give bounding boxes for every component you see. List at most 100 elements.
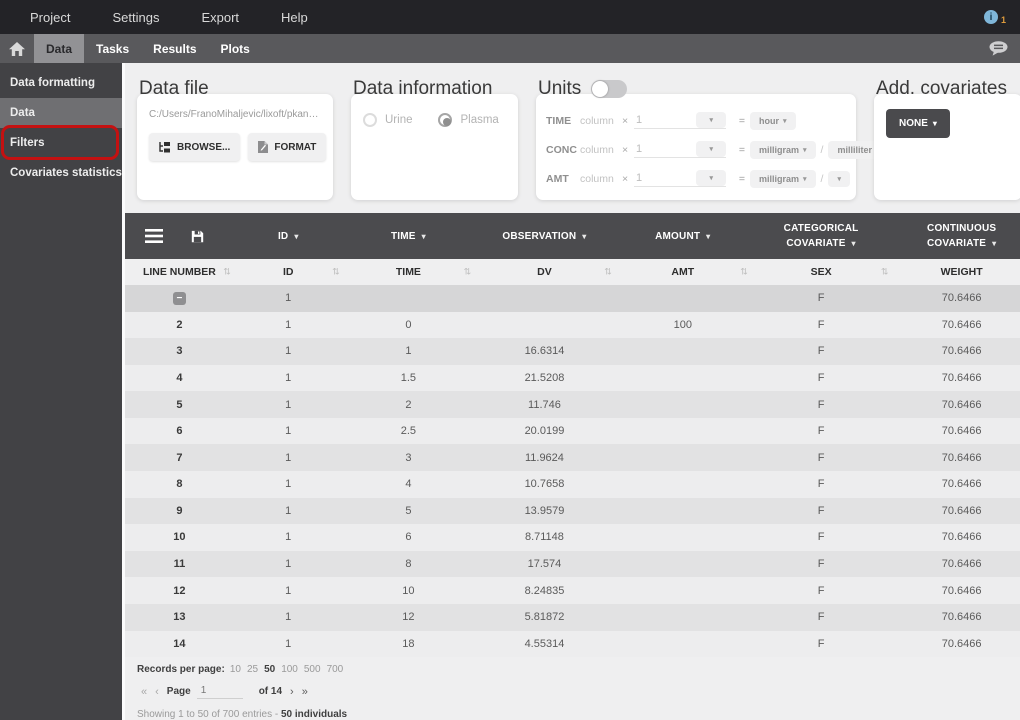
table-row-9[interactable]: 9 1 5 13.9579 F 70.6466 [125,497,1020,525]
sidebar-item-data-formatting[interactable]: Data formatting [0,68,122,98]
cell-sex: F [817,425,825,438]
prev-page-button[interactable]: ‹ [151,686,163,698]
type-header-observation[interactable]: OBSERVATION ▾ [474,229,615,244]
covariates-none-label: NONE [899,118,928,129]
cell-time: 12 [402,611,415,624]
caret-down-icon: ▾ [803,175,807,183]
column-header-weight[interactable]: WEIGHT⇅ [891,266,1020,278]
column-header-amt[interactable]: AMT ⇅ [615,266,751,278]
table-row-4[interactable]: 4 1 1.5 21.5208 F 70.6466 [125,364,1020,392]
unit-multiplier-input[interactable]: 1 ▾ [634,141,726,158]
radio-circle-icon [438,113,453,127]
collapse-icon[interactable]: − [172,292,186,306]
menu-item-help[interactable]: Help [260,10,329,25]
toggle-knob [592,81,609,97]
unit-numerator-dropdown[interactable]: hour ▾ [750,111,796,130]
table-row-7[interactable]: 7 1 3 11.9624 F 70.6466 [125,444,1020,472]
unit-multiplier-dropdown[interactable]: ▾ [696,112,726,128]
sort-icon[interactable]: ⇅ [604,267,612,278]
last-page-button[interactable]: » [298,686,312,698]
radio-plasma[interactable]: Plasma [438,113,499,127]
cell-time: 1 [405,345,412,358]
chat-button[interactable] [989,34,1008,63]
cell-time: 2 [405,398,412,411]
table-row-10[interactable]: 10 1 6 8.71148 F 70.6466 [125,524,1020,551]
unit-denominator-dropdown[interactable]: ▾ [828,170,850,187]
unit-multiplier-input[interactable]: 1 ▾ [634,112,726,129]
page-size-700[interactable]: 700 [327,664,344,675]
table-row-3[interactable]: 3 1 1 16.6314 F 70.6466 [125,338,1020,365]
column-header-line-number[interactable]: LINE NUMBER ⇅ [125,266,234,278]
type-header-time[interactable]: TIME ▾ [343,229,475,244]
tab-results[interactable]: Results [141,34,208,63]
slash-sign: / [820,172,824,185]
column-header-time[interactable]: TIME ⇅ [343,266,475,278]
cell-amt: 100 [673,318,692,331]
format-button-label: FORMAT [274,141,317,153]
unit-multiplier-dropdown[interactable]: ▾ [696,141,726,157]
cell-line-number: 6 [176,425,183,438]
menu-item-project[interactable]: Project [9,10,91,25]
table-row-6[interactable]: 6 1 2.5 20.0199 F 70.6466 [125,417,1020,445]
save-button[interactable] [191,230,204,243]
type-header-continuous-covariate[interactable]: CONTINUOUS COVARIATE ▾ [891,221,1020,251]
column-header-id[interactable]: ID ⇅ [234,266,343,278]
unit-multiplier-input[interactable]: 1 ▾ [634,170,726,187]
menu-item-export[interactable]: Export [180,10,260,25]
table-row-2[interactable]: 2 1 0 100 F 70.6466 [125,311,1020,339]
table-row-11[interactable]: 11 1 8 17.574 F 70.6466 [125,550,1020,578]
sort-icon[interactable]: ⇅ [464,267,472,278]
tab-data[interactable]: Data [34,34,85,63]
annotation-highlight-box [1,125,119,160]
unit-rows: TIME column × 1 ▾ = hour ▾ CONC column × 1 ▾ = milligr… [546,106,889,193]
next-page-button[interactable]: › [286,686,298,698]
type-header-id[interactable]: ID ▾ [234,229,343,244]
table-menu-button[interactable] [145,229,163,243]
column-header-dv[interactable]: DV ⇅ [474,266,615,278]
first-page-button[interactable]: « [137,686,151,698]
sidebar-item-filters[interactable]: Filters [0,125,122,160]
table-row-8[interactable]: 8 1 4 10.7658 F 70.6466 [125,471,1020,498]
sort-icon[interactable]: ⇅ [223,267,231,278]
cell-time: 6 [405,531,412,544]
unit-numerator-dropdown[interactable]: milligram ▾ [750,140,816,159]
page-size-25[interactable]: 25 [247,664,258,675]
menu-item-settings[interactable]: Settings [91,10,180,25]
radio-urine[interactable]: Urine [363,113,412,127]
sidebar-item-data[interactable]: Data [0,98,122,128]
sidebar-item-covariates-statistics[interactable]: Covariates statistics [0,158,122,188]
type-header-categorical-covariate[interactable]: CATEGORICAL COVARIATE ▾ [751,221,892,251]
type-header-amount[interactable]: AMOUNT ▾ [615,229,751,244]
table-row-5[interactable]: 5 1 2 11.746 F 70.6466 [125,391,1020,418]
cell-weight: 70.6466 [941,504,982,517]
table-row-12[interactable]: 12 1 10 8.24835 F 70.6466 [125,577,1020,604]
sort-icon[interactable]: ⇅ [881,267,889,278]
info-icon[interactable]: i [983,10,998,24]
home-button[interactable] [0,34,34,63]
cell-time: 10 [402,584,415,597]
table-row-14[interactable]: 14 1 18 4.55314 F 70.6466 [125,630,1020,658]
page-size-50[interactable]: 50 [264,664,275,675]
caret-down-icon: ▾ [803,146,807,154]
sort-icon[interactable]: ⇅ [740,267,748,278]
table-row-13[interactable]: 13 1 12 5.81872 F 70.6466 [125,603,1020,631]
browse-button[interactable]: BROWSE... [149,133,241,161]
format-button[interactable]: FORMAT [248,133,327,161]
tab-plots[interactable]: Plots [209,34,262,63]
observation-type-options: Urine Plasma [363,113,506,127]
unit-multiplier-dropdown[interactable]: ▾ [696,170,726,186]
column-header-sex[interactable]: SEX ⇅ [751,266,892,278]
unit-numerator-dropdown[interactable]: milligram ▾ [750,169,816,188]
page-size-10[interactable]: 10 [230,664,241,675]
sort-icon[interactable]: ⇅ [332,267,340,278]
data-file-panel: Data file C:/Users/FranoMihaljevic/lixof… [137,78,333,213]
table-row-1[interactable]: − 1 F 70.6466 [125,285,1020,312]
page-input[interactable]: 1 [196,684,243,699]
tab-tasks[interactable]: Tasks [84,34,141,63]
page-size-500[interactable]: 500 [304,664,321,675]
covariates-none-dropdown[interactable]: NONE ▾ [886,109,950,138]
cell-id: 1 [285,292,292,305]
tabs: Data Tasks Results Plots [34,34,262,63]
page-size-100[interactable]: 100 [281,664,298,675]
units-toggle[interactable] [591,80,628,98]
